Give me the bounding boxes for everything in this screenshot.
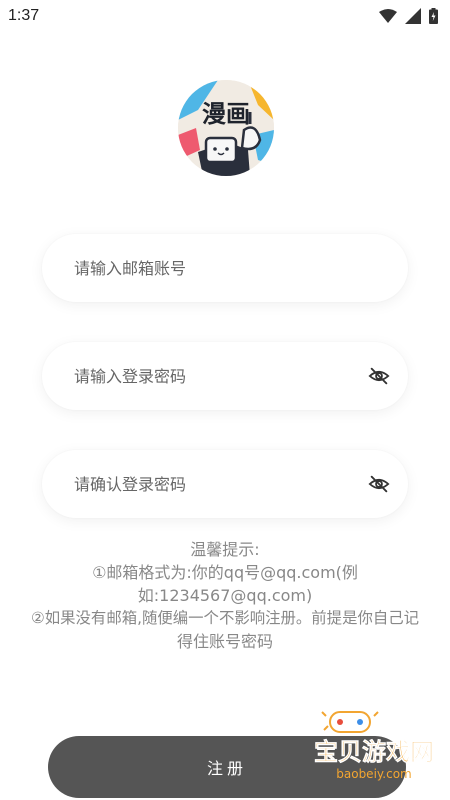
password-field-container[interactable] — [42, 342, 408, 410]
app-logo: 漫画 — [178, 80, 274, 176]
eye-off-icon[interactable] — [368, 473, 390, 495]
tips-section: 温馨提示: ①邮箱格式为:你的qq号@qq.com(例 如:1234567@qq… — [0, 538, 450, 653]
battery-icon — [429, 8, 438, 24]
password-field[interactable] — [72, 365, 368, 387]
eye-off-icon[interactable] — [368, 365, 390, 387]
watermark-url: baobeiy.com — [336, 767, 411, 781]
tips-line: 如:1234567@qq.com) — [137, 586, 313, 605]
watermark-title: 宝贝游戏网 — [314, 738, 434, 766]
gamepad-icon — [321, 711, 379, 733]
email-field[interactable] — [72, 257, 390, 279]
wifi-icon — [379, 9, 397, 23]
confirm-password-field-container[interactable] — [42, 450, 408, 518]
status-time: 1:37 — [8, 7, 40, 24]
status-icons — [379, 8, 438, 24]
tips-line: ②如果没有邮箱,随便编一个不影响注册。前提是你自己记 — [30, 609, 420, 627]
watermark: 宝贝游戏网 baobeiy.com — [300, 704, 448, 784]
signal-icon — [405, 8, 421, 24]
tips-line: 得住账号密码 — [176, 632, 273, 651]
logo-text: 漫画 — [202, 100, 250, 128]
status-bar: 1:37 — [0, 0, 450, 32]
confirm-password-field[interactable] — [72, 473, 368, 495]
tips-line: ①邮箱格式为:你的qq号@qq.com(例 — [92, 563, 358, 582]
tips-title: 温馨提示: — [190, 540, 260, 559]
email-field-container[interactable] — [42, 234, 408, 302]
